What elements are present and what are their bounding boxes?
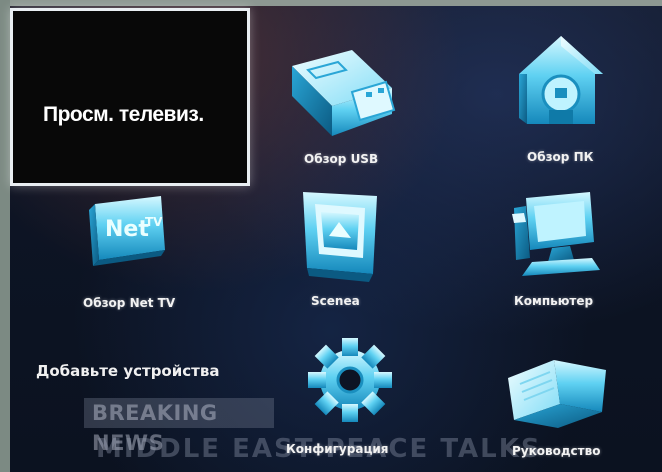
browse-usb-item[interactable]: Обзор USB — [280, 30, 410, 180]
background-ticker-breaking-news: BREAKING NEWS — [84, 398, 274, 455]
computer-item[interactable]: Компьютер — [498, 186, 638, 316]
manual-label: Руководство — [512, 444, 601, 458]
browse-pc-item[interactable]: Обзор ПК — [505, 28, 625, 178]
configuration-label: Конфигурация — [286, 442, 389, 456]
open-book-icon — [502, 348, 614, 432]
configuration-item[interactable]: Конфигурация — [280, 330, 420, 460]
svg-text:TV: TV — [145, 215, 163, 229]
scenea-label: Scenea — [311, 294, 360, 308]
usb-drive-icon — [286, 40, 398, 144]
browse-pc-label: Обзор ПК — [527, 150, 594, 164]
tv-bezel-left — [0, 0, 10, 472]
manual-item[interactable]: Руководство — [498, 340, 628, 464]
browse-net-tv-label: Обзор Net TV — [83, 296, 176, 310]
net-tv-icon: Net TV — [85, 190, 175, 278]
gear-icon — [304, 334, 396, 430]
add-devices-link[interactable]: Добавьте устройства — [36, 362, 219, 380]
home-pc-icon — [511, 32, 611, 140]
computer-label: Компьютер — [514, 294, 594, 308]
browse-usb-label: Обзор USB — [304, 152, 379, 166]
browse-net-tv-item[interactable]: Net TV Обзор Net TV — [75, 186, 205, 316]
scenea-item[interactable]: Scenea — [285, 186, 405, 316]
watch-tv-tile[interactable]: Просм. телевиз. — [10, 8, 250, 186]
computer-icon — [508, 188, 606, 286]
watch-tv-label: Просм. телевиз. — [43, 103, 204, 126]
picture-frame-icon — [295, 186, 387, 286]
tv-bezel-top — [0, 0, 662, 6]
svg-text:Net: Net — [105, 217, 149, 242]
